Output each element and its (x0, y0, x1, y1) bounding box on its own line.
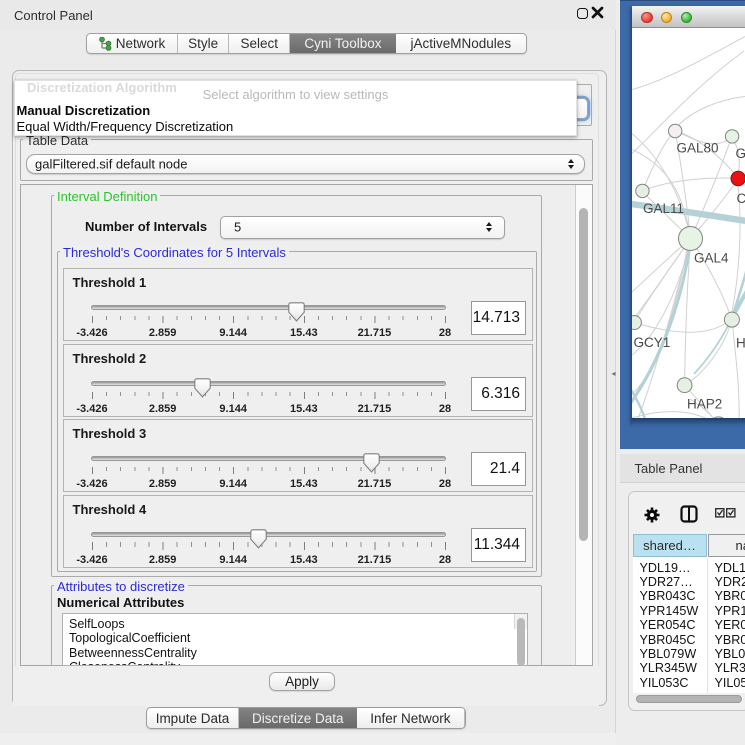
svg-text:GAL11: GAL11 (643, 201, 684, 216)
svg-text:HAP2: HAP2 (687, 397, 722, 412)
svg-text:GAL80: GAL80 (676, 141, 718, 156)
svg-text:GAL4: GAL4 (694, 251, 729, 266)
svg-text:CY: CY (736, 191, 745, 206)
svg-text:GCY1: GCY1 (633, 335, 670, 350)
svg-text:HIS: HIS (736, 336, 745, 351)
svg-text:GAL7: GAL7 (735, 146, 745, 161)
